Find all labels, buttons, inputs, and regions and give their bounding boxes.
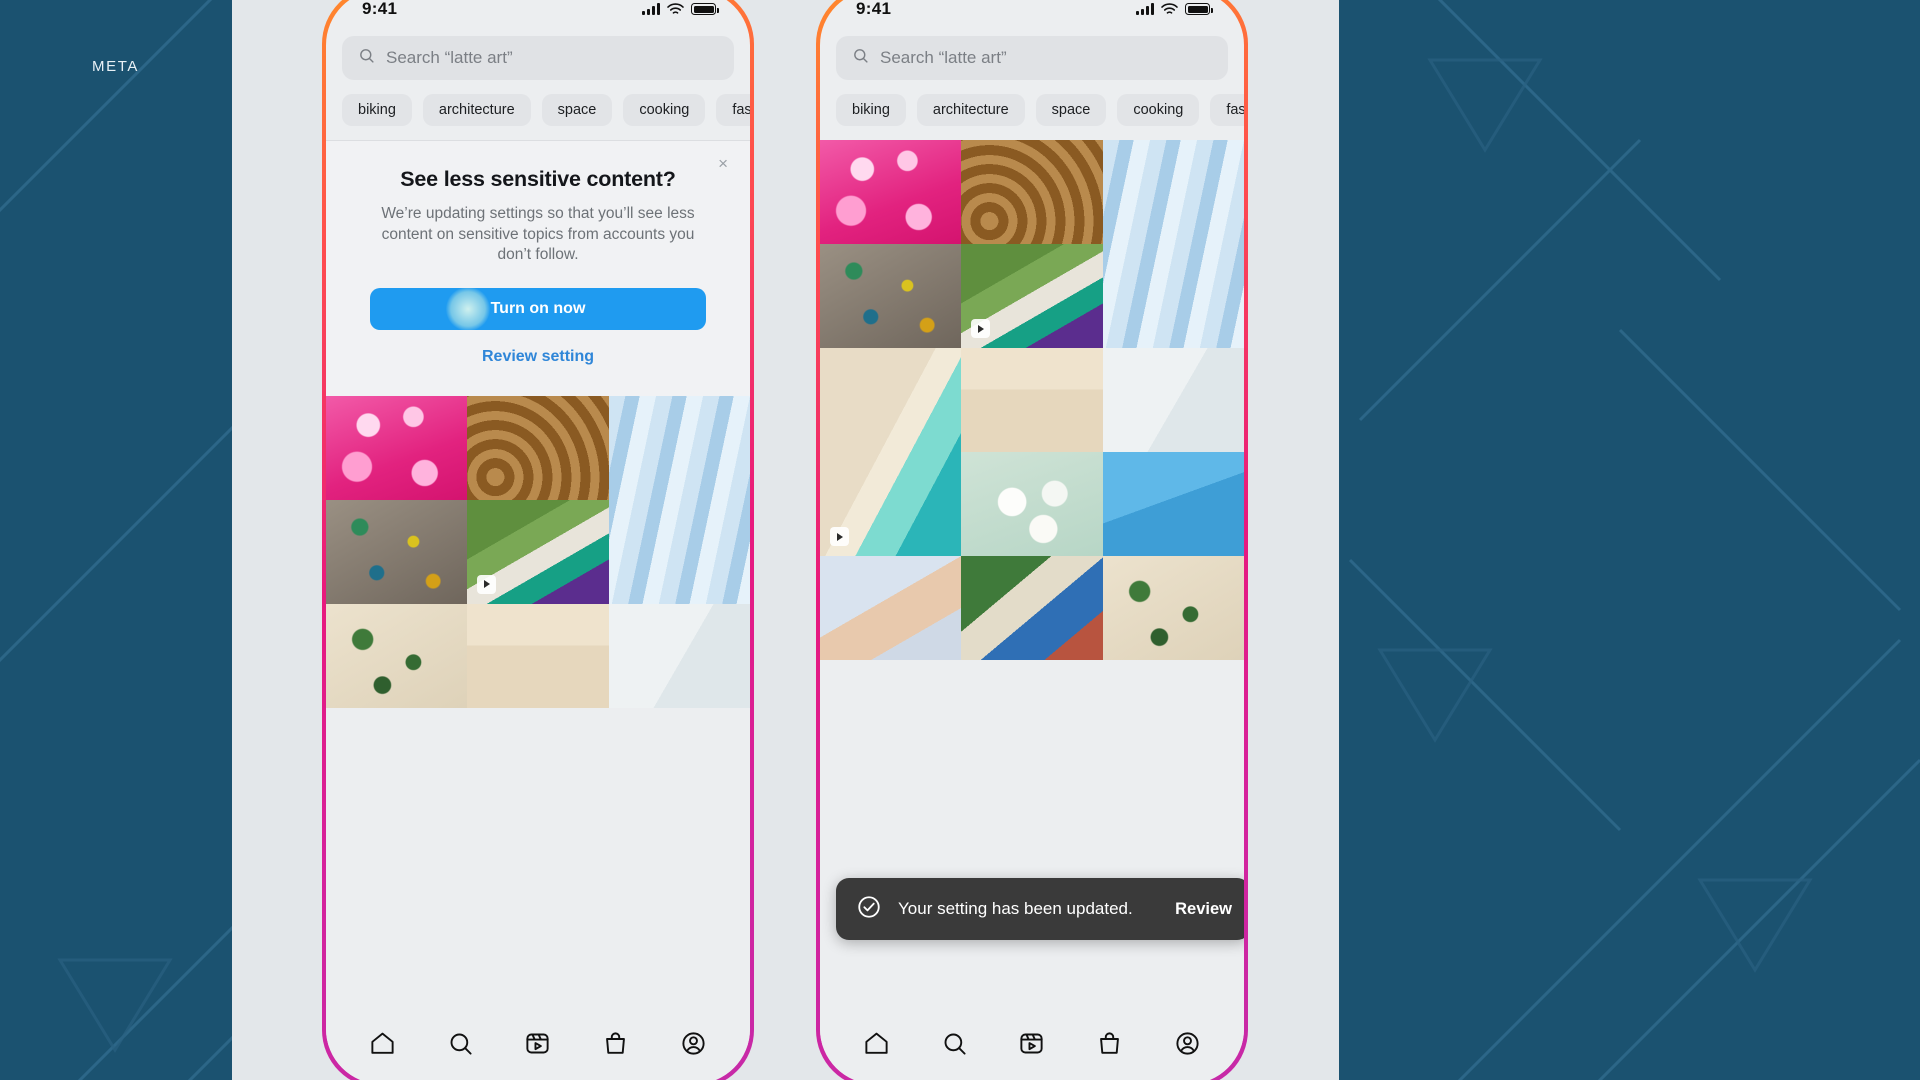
battery-icon <box>691 3 719 15</box>
nav-reels[interactable] <box>1012 1024 1051 1066</box>
toast-notification: Your setting has been updated. Review <box>836 878 1244 940</box>
turn-on-now-label: Turn on now <box>490 299 586 317</box>
nav-profile[interactable] <box>1168 1024 1207 1066</box>
grid-item-beach-shore[interactable] <box>820 348 962 556</box>
reel-indicator-icon <box>971 319 991 338</box>
grid-item-person-on-grass[interactable] <box>467 499 609 604</box>
search-input[interactable]: Search “latte art” <box>342 36 734 80</box>
sensitive-content-modal: × See less sensitive content? We’re updati… <box>326 140 750 396</box>
chip-architecture[interactable]: architecture <box>916 94 1025 126</box>
wifi-icon <box>1161 2 1178 14</box>
chip-architecture[interactable]: architecture <box>422 94 531 126</box>
chip-space[interactable]: space <box>1035 94 1107 126</box>
search-icon <box>852 47 869 69</box>
search-input[interactable]: Search “latte art” <box>836 36 1228 80</box>
grid-item-beach-palms[interactable] <box>1102 556 1244 660</box>
reel-indicator-icon <box>830 527 849 546</box>
modal-body: We’re updating settings so that you’ll s… <box>381 205 695 264</box>
profile-icon <box>680 1030 707 1060</box>
grid-item-beach-palms[interactable] <box>326 603 468 708</box>
topic-chips: biking architecture space cooking fash <box>820 80 1244 140</box>
battery-icon <box>1185 3 1213 15</box>
grid-item-juggling-athlete[interactable] <box>1102 452 1244 556</box>
nav-shop[interactable] <box>596 1024 635 1066</box>
phone-right: 9:41 Search “latte art” biking architecture… <box>816 0 1248 1080</box>
chip-cooking[interactable]: cooking <box>623 94 706 126</box>
grid-item-architecture-spiral[interactable] <box>467 395 609 500</box>
shop-bag-icon <box>602 1030 629 1060</box>
toast-review-button[interactable]: Review <box>1175 900 1232 919</box>
grid-item-climbing-wall[interactable] <box>326 499 468 604</box>
topic-chips: biking architecture space cooking fash <box>326 80 750 140</box>
phone-screen: 9:41 Search “latte art” biking architecture… <box>326 0 750 1080</box>
profile-icon <box>1174 1030 1201 1060</box>
tap-ripple <box>446 287 490 330</box>
phone-screen: 9:41 Search “latte art” biking architecture… <box>820 0 1244 1080</box>
chip-fash[interactable]: fash <box>716 94 750 126</box>
grid-item-person-lying-down[interactable] <box>961 556 1103 660</box>
nav-home[interactable] <box>857 1024 896 1066</box>
close-icon[interactable]: × <box>718 155 728 172</box>
status-bar: 9:41 <box>820 0 1244 28</box>
wifi-icon <box>667 2 684 14</box>
home-icon <box>369 1030 396 1060</box>
cellular-signal-icon <box>1136 3 1154 15</box>
status-indicators <box>1136 2 1213 16</box>
search-icon <box>941 1030 968 1060</box>
grid-item-pink-picnic-table[interactable] <box>820 140 962 244</box>
search-area: Search “latte art” <box>820 28 1244 80</box>
nav-profile[interactable] <box>674 1024 713 1066</box>
grid-item-water-bottles[interactable] <box>1102 140 1244 348</box>
status-indicators <box>642 2 719 16</box>
grid-item-dancer-red-top[interactable] <box>467 603 609 708</box>
grid-item-climbing-wall[interactable] <box>820 244 962 348</box>
grid-item-architecture-spiral[interactable] <box>961 140 1103 244</box>
bottom-nav <box>326 1012 750 1080</box>
bottom-nav <box>820 1012 1244 1080</box>
modal-title: See less sensitive content? <box>400 167 676 191</box>
grid-item-spa-products[interactable] <box>961 452 1103 556</box>
grid-item-senior-woman[interactable] <box>608 603 750 708</box>
reels-icon <box>1018 1030 1045 1060</box>
nav-search[interactable] <box>441 1024 480 1066</box>
media-grid <box>326 395 750 1012</box>
grid-item-hands-closeup[interactable] <box>820 556 962 660</box>
grid-item-pink-picnic-table[interactable] <box>326 395 468 500</box>
review-setting-link[interactable]: Review setting <box>352 348 724 366</box>
check-circle-icon <box>856 894 882 925</box>
grid-item-senior-woman[interactable] <box>1102 348 1244 452</box>
search-placeholder: Search “latte art” <box>880 48 1007 67</box>
search-icon <box>447 1030 474 1060</box>
meta-logo: META <box>92 58 139 75</box>
shop-bag-icon <box>1096 1030 1123 1060</box>
search-placeholder: Search “latte art” <box>386 48 513 67</box>
phone-left: 9:41 Search “latte art” biking architecture… <box>322 0 754 1080</box>
search-icon <box>358 47 375 69</box>
chip-fash[interactable]: fash <box>1210 94 1244 126</box>
nav-shop[interactable] <box>1090 1024 1129 1066</box>
turn-on-now-button[interactable]: Turn on now <box>370 287 706 330</box>
chip-cooking[interactable]: cooking <box>1117 94 1200 126</box>
grid-item-person-on-grass[interactable] <box>961 244 1103 348</box>
chip-space[interactable]: space <box>541 94 613 126</box>
status-time: 9:41 <box>856 0 892 18</box>
nav-search[interactable] <box>935 1024 974 1066</box>
nav-home[interactable] <box>363 1024 402 1066</box>
grid-item-water-bottles[interactable] <box>608 395 750 604</box>
grid-item-dancer-red-top[interactable] <box>961 348 1103 452</box>
chip-biking[interactable]: biking <box>836 94 906 126</box>
status-time: 9:41 <box>362 0 398 18</box>
reels-icon <box>524 1030 551 1060</box>
cellular-signal-icon <box>642 3 660 15</box>
reel-indicator-icon <box>477 574 497 594</box>
status-bar: 9:41 <box>326 0 750 28</box>
nav-reels[interactable] <box>518 1024 557 1066</box>
search-area: Search “latte art” <box>326 28 750 80</box>
chip-biking[interactable]: biking <box>342 94 412 126</box>
toast-message: Your setting has been updated. <box>898 899 1133 918</box>
home-icon <box>863 1030 890 1060</box>
